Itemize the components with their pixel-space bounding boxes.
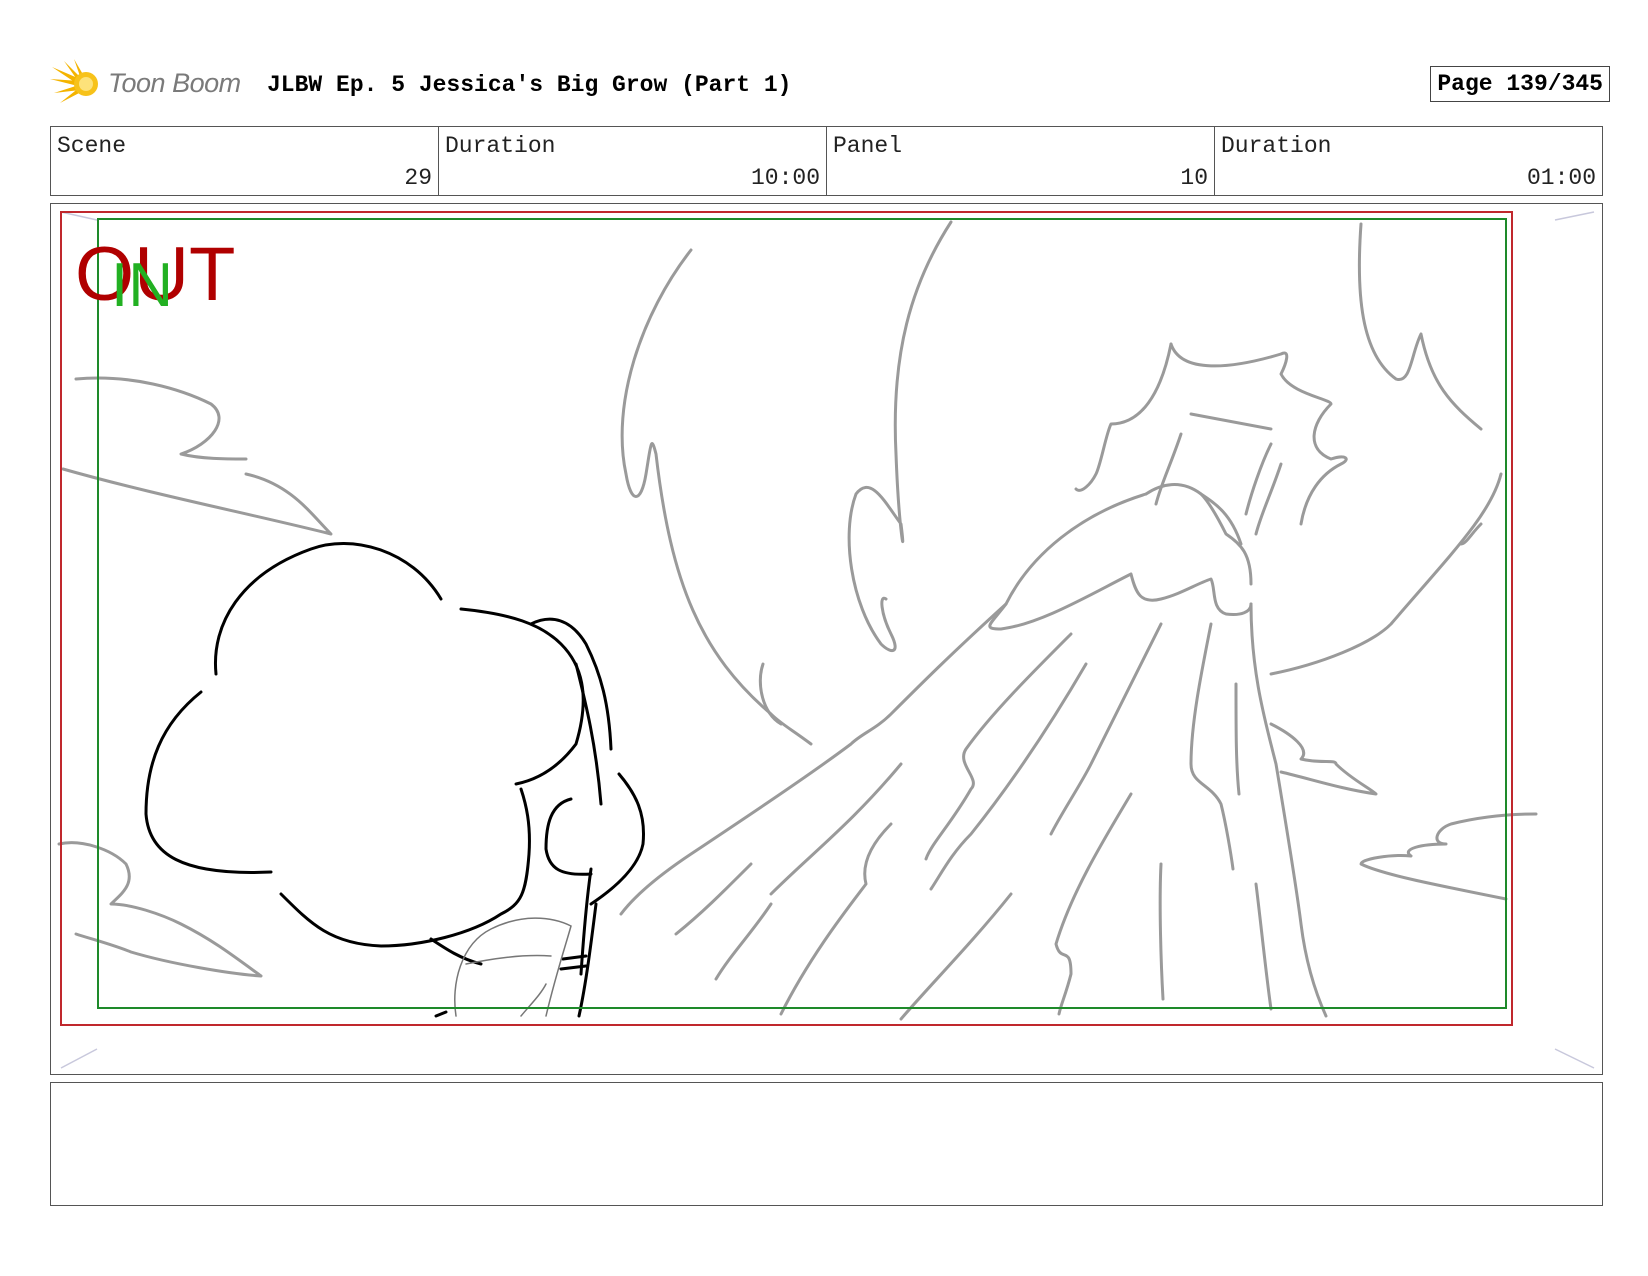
scene-label: Scene: [57, 133, 127, 159]
scene-value: 29: [404, 165, 432, 191]
storyboard-panel: OUT IN: [50, 203, 1603, 1075]
panel-notes-box: [50, 1082, 1603, 1206]
volcano-streak: [924, 632, 1073, 861]
logo-text: Toon Boom: [108, 67, 241, 98]
panel-duration-label: Duration: [1221, 133, 1332, 159]
character-hand-sketch: [454, 917, 572, 1017]
volcano-streak: [1158, 862, 1165, 1001]
scene-duration-label: Duration: [445, 133, 556, 159]
volcano-streak: [1234, 682, 1241, 796]
explosion-base-cloud-top: [1144, 483, 1253, 586]
character-bun: [529, 617, 613, 751]
background-sketch: [57, 220, 1538, 1021]
cloud-right: [1359, 812, 1538, 901]
scene-cell: Scene 29: [51, 127, 439, 195]
panel-label: Panel: [833, 133, 903, 159]
character-ear: [544, 797, 593, 876]
camera-corner-line: [1554, 211, 1595, 221]
cloud-left-upper: [74, 376, 248, 461]
smoke-wisp: [1459, 522, 1483, 546]
character-shoulder: [434, 1010, 448, 1018]
smoke-puff-right: [1269, 722, 1378, 796]
smoke-plume-right: [1357, 222, 1483, 431]
cloud-bottom-left: [57, 841, 263, 978]
panel-duration-cell: Duration 01:00: [1215, 127, 1602, 195]
camera-corner-line: [1554, 1048, 1595, 1069]
smoke-plume-center: [847, 220, 953, 652]
volcano-streak: [1049, 622, 1163, 836]
camera-corner-line: [60, 211, 98, 221]
explosion-streak: [1189, 412, 1273, 431]
character-hand: [454, 917, 572, 1017]
scene-info-table: Scene 29 Duration 10:00 Panel 10 Duratio…: [50, 126, 1603, 196]
document-title: JLBW Ep. 5 Jessica's Big Grow (Part 1): [267, 72, 792, 98]
character-hair-top: [213, 541, 443, 676]
cloud-left-lower: [61, 467, 333, 536]
volcano-right-slope: [1249, 602, 1328, 1018]
volcano-left-slope: [619, 602, 1008, 916]
explosion-streak: [1154, 432, 1183, 506]
out-frame: [60, 211, 1513, 1026]
starburst-logo-icon: [50, 59, 98, 103]
page-counter: Page 139/345: [1430, 66, 1610, 102]
character-hand-line: [520, 983, 547, 1017]
explosion-top-right: [1169, 342, 1348, 526]
panel-value: 10: [1180, 165, 1208, 191]
volcano-streak: [1189, 622, 1235, 871]
volcano-streak: [779, 822, 893, 1016]
smoke-curl: [758, 662, 783, 726]
panel-duration-value: 01:00: [1526, 165, 1596, 191]
character-hair-right: [459, 607, 585, 786]
volcano-streak: [1254, 882, 1273, 1011]
volcano-streak: [674, 862, 753, 936]
smoke-plume-left: [620, 248, 813, 746]
explosion-top-left: [1074, 342, 1173, 492]
character-hair-left: [144, 690, 273, 874]
scene-duration-value: 10:00: [750, 165, 820, 191]
storyboard-header: Toon Boom JLBW Ep. 5 Jessica's Big Grow …: [50, 55, 1610, 111]
volcano-streak: [769, 762, 903, 896]
volcano-streak: [1054, 792, 1133, 1016]
panel-drawing: OUT IN: [57, 211, 1595, 1069]
volcano-streak: [714, 902, 773, 981]
character-sketch: [144, 541, 646, 1018]
panel-cell: Panel 10: [827, 127, 1215, 195]
explosion-base-cloud: [988, 492, 1253, 631]
scene-duration-cell: Duration 10:00: [439, 127, 827, 195]
character-face: [279, 787, 531, 948]
volcano-streak: [899, 892, 1013, 1021]
camera-corner-line: [60, 1048, 98, 1069]
in-marker: IN: [111, 251, 173, 320]
toon-boom-logo: Toon Boom: [50, 59, 241, 105]
